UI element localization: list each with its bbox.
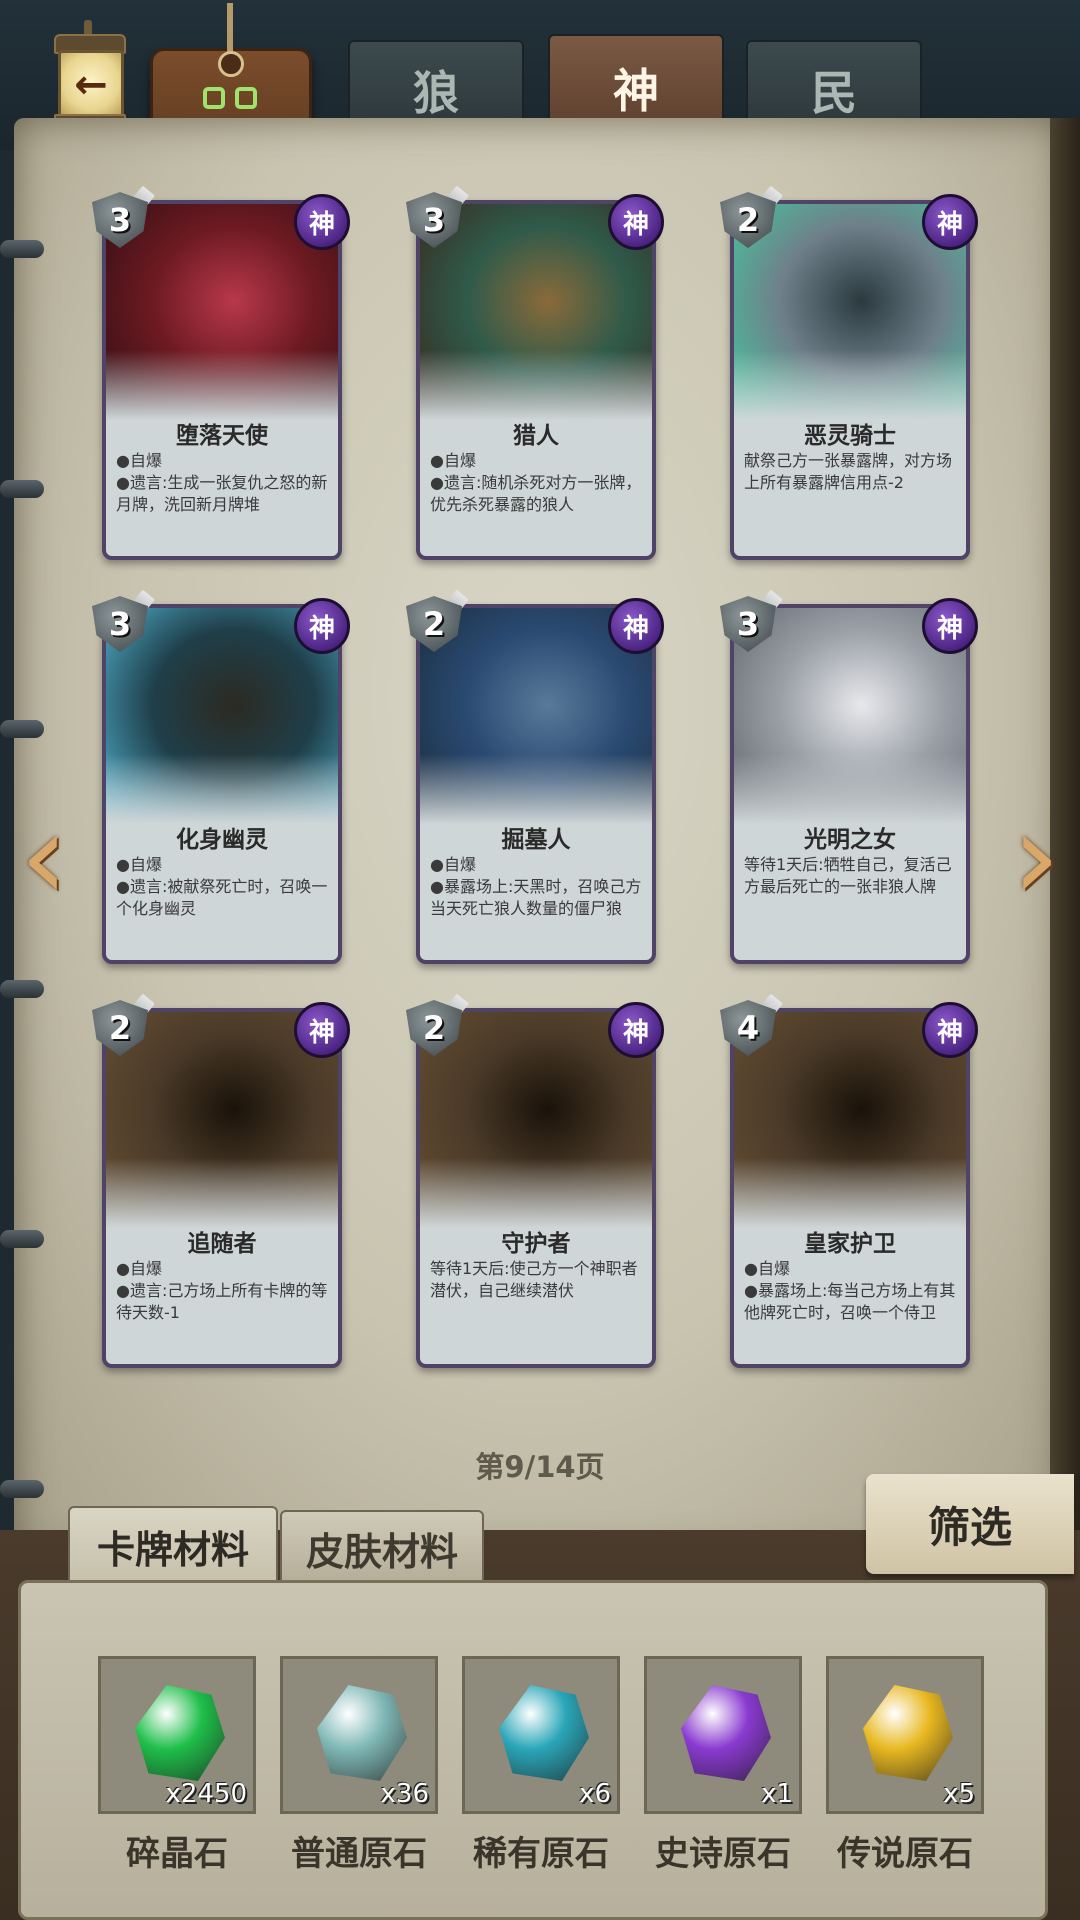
- faction-badge: 神: [922, 598, 978, 654]
- green-crystal-icon: [135, 1685, 225, 1781]
- material-count: x1: [761, 1779, 793, 1809]
- faction-badge: 神: [922, 194, 978, 250]
- card-description-line: ●遗言:被献祭死亡时，召唤一个化身幽灵: [116, 877, 328, 918]
- card-description: 献祭己方一张暴露牌，对方场上所有暴露牌信用点-2: [744, 450, 958, 494]
- card[interactable]: 光明之女 等待1天后:牺牲自己，复活己方最后死亡的一张非狼人牌 3 神: [720, 589, 978, 964]
- faction-badge: 神: [294, 598, 350, 654]
- pale-stone-icon: [317, 1685, 407, 1781]
- faction-badge: 神: [294, 1002, 350, 1058]
- material-slot[interactable]: x36: [280, 1656, 438, 1814]
- material-slot[interactable]: x6: [462, 1656, 620, 1814]
- card-description-line: ●自爆: [430, 451, 476, 470]
- material-label: 传说原石: [837, 1834, 973, 1874]
- tag-ring: [218, 51, 244, 77]
- card-description-line: ●自爆: [116, 1259, 162, 1278]
- next-page-arrow-icon[interactable]: ›: [998, 798, 1074, 918]
- card-name: 恶灵骑士: [804, 423, 896, 449]
- purple-stone-icon: [681, 1685, 771, 1781]
- card-name: 守护者: [501, 1231, 571, 1257]
- card[interactable]: 守护者 等待1天后:使己方一个神职者潜伏，自己继续潜伏 2 神: [406, 993, 664, 1368]
- card-name: 掘墓人: [501, 827, 571, 853]
- faction-badge: 神: [608, 598, 664, 654]
- card-name: 皇家护卫: [804, 1231, 896, 1257]
- card-description-line: ●自爆: [116, 855, 162, 874]
- card-name: 堕落天使: [176, 423, 268, 449]
- card-description-line: ●自爆: [430, 855, 476, 874]
- faction-badge: 神: [608, 194, 664, 250]
- material-count: x6: [579, 1779, 611, 1809]
- card[interactable]: 猎人 ●自爆 ●遗言:随机杀死对方一张牌，优先杀死暴露的狼人 3 神: [406, 185, 664, 560]
- back-button[interactable]: ←: [40, 20, 136, 130]
- card-description: ●自爆 ●暴露场上:每当己方场上有其他牌死亡时，召唤一个侍卫: [744, 1258, 958, 1324]
- material-count: x2450: [165, 1779, 247, 1809]
- card-description: ●自爆 ●遗言:生成一张复仇之怒的新月牌，洗回新月牌堆: [116, 450, 330, 516]
- card-description-line: ●自爆: [116, 451, 162, 470]
- card-description: 等待1天后:使己方一个神职者潜伏，自己继续潜伏: [430, 1258, 644, 1302]
- card[interactable]: 堕落天使 ●自爆 ●遗言:生成一张复仇之怒的新月牌，洗回新月牌堆 3 神: [92, 185, 350, 560]
- card-description-line: ●遗言:随机杀死对方一张牌，优先杀死暴露的狼人: [430, 473, 642, 514]
- card-description: ●自爆 ●暴露场上:天黑时，召唤己方当天死亡狼人数量的僵尸狼: [430, 854, 644, 920]
- card[interactable]: 恶灵骑士 献祭己方一张暴露牌，对方场上所有暴露牌信用点-2 2 神: [720, 185, 978, 560]
- card-description: ●自爆 ●遗言:随机杀死对方一张牌，优先杀死暴露的狼人: [430, 450, 644, 516]
- material-label: 碎晶石: [126, 1834, 228, 1874]
- material-label: 普通原石: [291, 1834, 427, 1874]
- card-description-line: ●遗言:己方场上所有卡牌的等待天数-1: [116, 1281, 328, 1322]
- gold-stone-icon: [863, 1685, 953, 1781]
- back-arrow-icon: ←: [58, 50, 124, 120]
- material-slot[interactable]: x2450: [98, 1656, 256, 1814]
- card-description: ●自爆 ●遗言:己方场上所有卡牌的等待天数-1: [116, 1258, 330, 1324]
- tab-skin-materials[interactable]: 皮肤材料: [280, 1510, 484, 1586]
- material-label: 史诗原石: [655, 1834, 791, 1874]
- card-description: 等待1天后:牺牲自己，复活己方最后死亡的一张非狼人牌: [744, 854, 958, 898]
- card-description-line: 等待1天后:牺牲自己，复活己方最后死亡的一张非狼人牌: [744, 855, 952, 896]
- card[interactable]: 化身幽灵 ●自爆 ●遗言:被献祭死亡时，召唤一个化身幽灵 3 神: [92, 589, 350, 964]
- material-slot[interactable]: x5: [826, 1656, 984, 1814]
- material-count: x36: [380, 1779, 429, 1809]
- card-description-line: ●暴露场上:天黑时，召唤己方当天死亡狼人数量的僵尸狼: [430, 877, 642, 918]
- tab-card-materials[interactable]: 卡牌材料: [68, 1506, 278, 1586]
- faction-badge: 神: [922, 1002, 978, 1058]
- prev-page-arrow-icon[interactable]: ‹: [6, 798, 82, 918]
- teal-stone-icon: [499, 1685, 589, 1781]
- card-description-line: ●暴露场上:每当己方场上有其他牌死亡时，召唤一个侍卫: [744, 1281, 956, 1322]
- card[interactable]: 追随者 ●自爆 ●遗言:己方场上所有卡牌的等待天数-1 2 神: [92, 993, 350, 1368]
- card-name: 化身幽灵: [176, 827, 268, 853]
- card-name: 追随者: [187, 1231, 257, 1257]
- card-name: 猎人: [513, 423, 559, 449]
- card-name: 光明之女: [804, 827, 896, 853]
- filter-button[interactable]: 筛选: [866, 1474, 1074, 1574]
- material-label: 稀有原石: [473, 1834, 609, 1874]
- card-description-line: ●遗言:生成一张复仇之怒的新月牌，洗回新月牌堆: [116, 473, 328, 514]
- material-count: x5: [943, 1779, 975, 1809]
- faction-badge: 神: [294, 194, 350, 250]
- card-description-line: 献祭己方一张暴露牌，对方场上所有暴露牌信用点-2: [744, 451, 953, 492]
- card[interactable]: 掘墓人 ●自爆 ●暴露场上:天黑时，召唤己方当天死亡狼人数量的僵尸狼 2 神: [406, 589, 664, 964]
- card-description-line: ●自爆: [744, 1259, 790, 1278]
- card-description-line: 等待1天后:使己方一个神职者潜伏，自己继续潜伏: [430, 1259, 638, 1300]
- card[interactable]: 皇家护卫 ●自爆 ●暴露场上:每当己方场上有其他牌死亡时，召唤一个侍卫 4 神: [720, 993, 978, 1368]
- material-slot[interactable]: x1: [644, 1656, 802, 1814]
- card-description: ●自爆 ●遗言:被献祭死亡时，召唤一个化身幽灵: [116, 854, 330, 920]
- faction-badge: 神: [608, 1002, 664, 1058]
